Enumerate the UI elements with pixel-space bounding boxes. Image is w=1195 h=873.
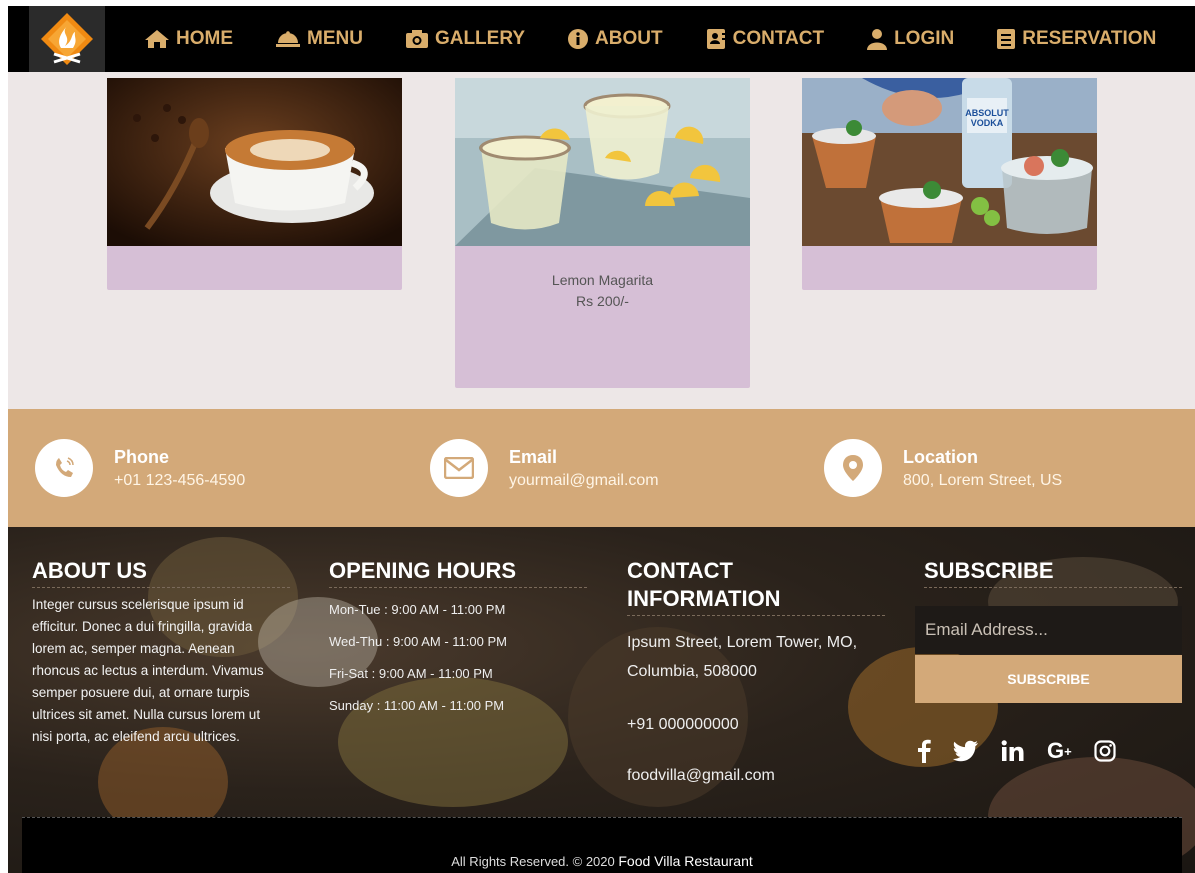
email-value[interactable]: yourmail@gmail.com xyxy=(509,472,659,490)
map-pin-icon xyxy=(824,439,882,497)
home-icon xyxy=(145,30,169,48)
location-value: 800, Lorem Street, US xyxy=(903,471,1063,489)
card-item-name: Lemon Magarita xyxy=(551,272,654,288)
hours-line: Wed-Thu : 9:00 AM - 11:00 PM xyxy=(329,634,507,649)
phone-info: Phone +01 123-456-4590 xyxy=(35,409,245,527)
nav-gallery-label: GALLERY xyxy=(434,28,526,49)
instagram-icon[interactable] xyxy=(1094,740,1116,762)
phone-icon xyxy=(35,439,93,497)
brand-name[interactable]: Food Villa Restaurant xyxy=(618,853,752,869)
menu-card[interactable] xyxy=(107,78,402,290)
contact-column: CONTACT INFORMATION Ipsum Street, Lorem … xyxy=(627,557,885,790)
menu-section: Lemon Magarita Rs 200/- ABSOLUT VODKA xyxy=(8,72,1195,409)
footer: ABOUT US Integer cursus scelerisque ipsu… xyxy=(8,527,1195,873)
hours-line: Mon-Tue : 9:00 AM - 11:00 PM xyxy=(329,602,506,617)
email-info: Email yourmail@gmail.com xyxy=(430,409,659,527)
nav-gallery[interactable]: GALLERY xyxy=(405,28,525,50)
book-icon xyxy=(997,29,1016,49)
about-text: Integer cursus scelerisque ipsum id effi… xyxy=(32,597,264,744)
email-subscribe-input[interactable] xyxy=(915,606,1182,654)
location-info: Location 800, Lorem Street, US xyxy=(824,409,1062,527)
hours-column: OPENING HOURS Mon-Tue : 9:00 AM - 11:00 … xyxy=(329,557,587,722)
contact-heading: CONTACT INFORMATION xyxy=(627,557,885,616)
nav-home-label: HOME xyxy=(176,28,233,49)
copyright-bar: All Rights Reserved. © 2020 Food Villa R… xyxy=(22,817,1182,873)
hours-line: Fri-Sat : 9:00 AM - 11:00 PM xyxy=(329,666,493,681)
nav-about[interactable]: ABOUT xyxy=(567,28,663,50)
facebook-icon[interactable] xyxy=(917,739,931,763)
navbar: HOME MENU GALLERY ABOUT CONTACT LOGIN RE… xyxy=(8,6,1195,72)
nav-menu[interactable]: MENU xyxy=(275,28,363,50)
info-icon xyxy=(568,29,589,49)
google-plus-icon[interactable]: G + xyxy=(1047,738,1072,764)
nav-login[interactable]: LOGIN xyxy=(866,28,954,50)
envelope-icon xyxy=(430,439,488,497)
subscribe-column: SUBSCRIBE xyxy=(924,557,1182,594)
contact-address: Ipsum Street, Lorem Tower, MO, Columbia,… xyxy=(627,634,858,680)
menu-card[interactable]: Lemon Magarita Rs 200/- xyxy=(455,78,750,388)
coffee-cup-image xyxy=(107,78,402,246)
menu-card[interactable]: ABSOLUT VODKA xyxy=(802,78,1097,290)
twitter-icon[interactable] xyxy=(953,740,979,762)
phone-title: Phone xyxy=(114,446,170,467)
camera-icon xyxy=(405,30,428,48)
lemon-drink-image xyxy=(455,78,750,246)
nav-contact-label: CONTACT xyxy=(732,28,825,49)
email-title: Email xyxy=(509,446,558,467)
card-item-price: Rs 200/- xyxy=(576,293,629,309)
contact-phone[interactable]: +91 000000000 xyxy=(627,710,885,739)
cloche-icon xyxy=(276,31,300,47)
contact-email[interactable]: foodvilla@gmail.com xyxy=(627,761,885,790)
about-heading: ABOUT US xyxy=(32,557,290,588)
nav-menu-label: MENU xyxy=(307,28,363,49)
nav-reservation[interactable]: RESERVATION xyxy=(996,28,1156,50)
contact-card-icon xyxy=(706,29,725,49)
location-title: Location xyxy=(903,446,978,467)
phone-value[interactable]: +01 123-456-4590 xyxy=(114,472,245,490)
user-icon xyxy=(867,29,888,50)
contact-strip: Phone +01 123-456-4590 Email yourmail@gm… xyxy=(8,409,1195,527)
copyright-text: All Rights Reserved. © 2020 xyxy=(451,854,615,869)
linkedin-icon[interactable] xyxy=(1001,740,1025,762)
social-links: G + xyxy=(917,738,1138,764)
hours-heading: OPENING HOURS xyxy=(329,557,587,588)
nav-contact[interactable]: CONTACT xyxy=(705,28,824,50)
nav-about-label: ABOUT xyxy=(595,28,663,49)
svg-text:ABSOLUT: ABSOLUT xyxy=(965,108,1009,118)
about-column: ABOUT US Integer cursus scelerisque ipsu… xyxy=(32,557,290,748)
subscribe-button[interactable]: SUBSCRIBE xyxy=(915,655,1182,703)
hours-line: Sunday : 11:00 AM - 11:00 PM xyxy=(329,698,505,713)
nav-reservation-label: RESERVATION xyxy=(1022,28,1157,49)
nav-login-label: LOGIN xyxy=(894,28,955,49)
subscribe-heading: SUBSCRIBE xyxy=(924,557,1182,588)
restaurant-logo[interactable] xyxy=(29,6,105,72)
vodka-mule-image: ABSOLUT VODKA xyxy=(802,78,1097,246)
svg-text:VODKA: VODKA xyxy=(971,118,1004,128)
nav-home[interactable]: HOME xyxy=(144,28,233,50)
